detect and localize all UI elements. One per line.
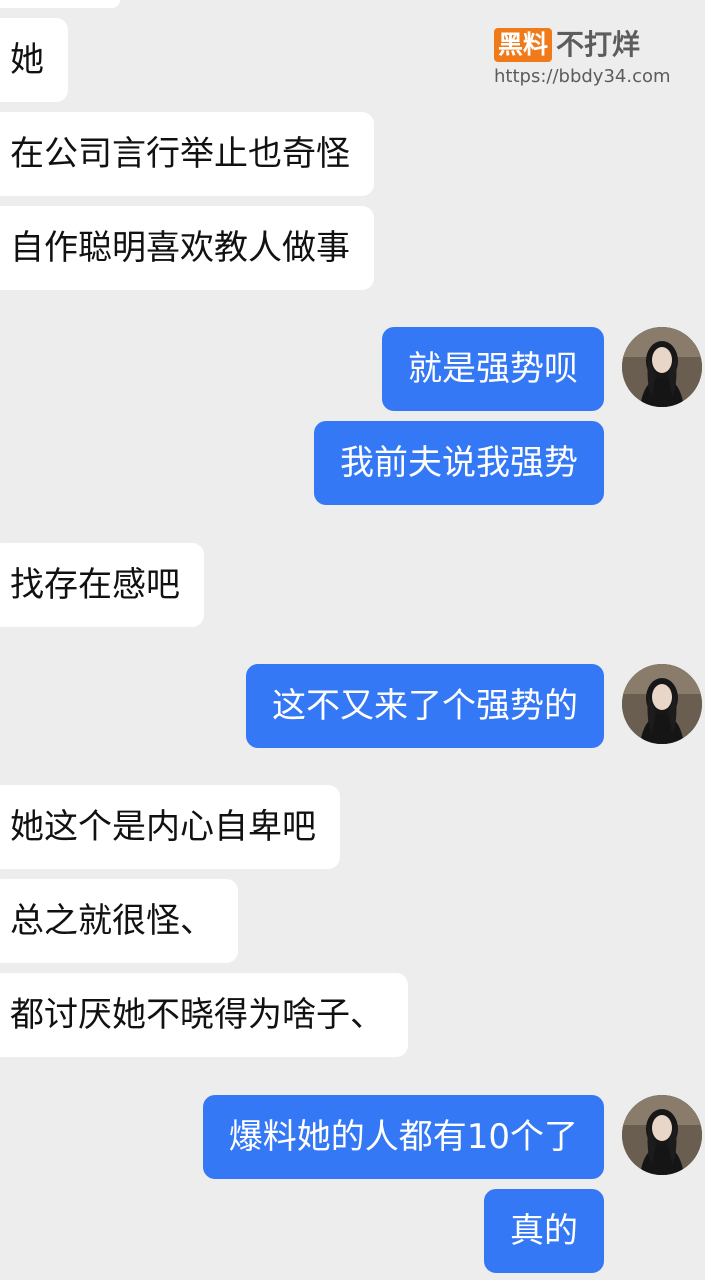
message-bubble-outgoing[interactable]: 这不又来了个强势的 (246, 664, 604, 748)
user-avatar-icon[interactable] (622, 327, 702, 407)
watermark-badge: 黑料 (494, 28, 553, 62)
watermark: 黑料 不打烊 https://bbdy34.com (494, 26, 684, 87)
message-bubble-incoming[interactable]: 总之就很怪、 (0, 879, 238, 963)
message-bubble-incoming[interactable]: 自作聪明喜欢教人做事 (0, 206, 374, 290)
message-bubble-incoming[interactable]: 她这个是内心自卑吧 (0, 785, 340, 869)
previous-message-edge (0, 0, 120, 8)
message-bubble-incoming[interactable]: 她 (0, 18, 68, 102)
message-bubble-outgoing[interactable]: 就是强势呗 (382, 327, 604, 411)
message-bubble-incoming[interactable]: 都讨厌她不晓得为啥子、 (0, 973, 408, 1057)
watermark-url: https://bbdy34.com (494, 66, 671, 87)
watermark-name: 不打烊 (556, 28, 641, 61)
user-avatar-icon[interactable] (622, 664, 702, 744)
message-bubble-incoming[interactable]: 找存在感吧 (0, 543, 204, 627)
message-bubble-outgoing[interactable]: 真的 (484, 1189, 604, 1273)
user-avatar-icon[interactable] (622, 1095, 702, 1175)
message-bubble-outgoing[interactable]: 爆料她的人都有10个了 (202, 1095, 604, 1179)
message-bubble-outgoing[interactable]: 我前夫说我强势 (314, 421, 604, 505)
message-bubble-incoming[interactable]: 在公司言行举止也奇怪 (0, 112, 374, 196)
